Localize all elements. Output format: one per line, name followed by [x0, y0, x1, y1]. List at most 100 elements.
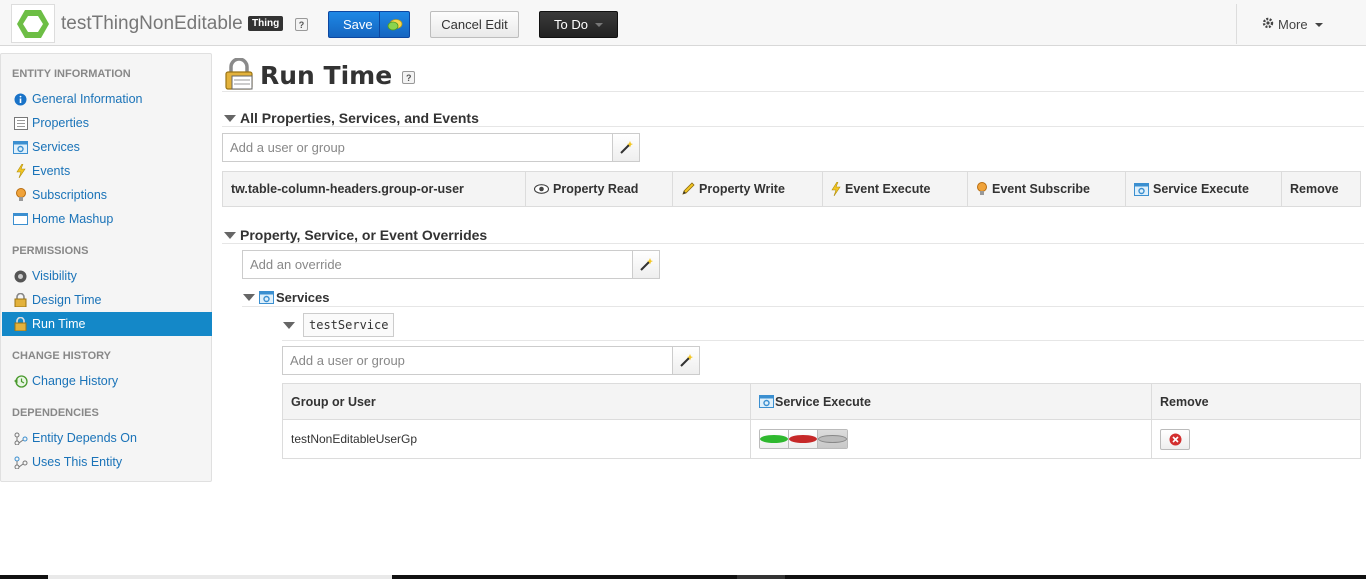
property-write-header[interactable]: Property Write: [673, 172, 823, 206]
event-subscribe-label: Event Subscribe: [992, 182, 1090, 196]
service-execute-column-header[interactable]: Service Execute: [750, 384, 1151, 419]
service-execute-cell: [750, 420, 1151, 458]
sidebar-item-run-time[interactable]: Run Time: [2, 312, 212, 336]
sidebar-item-label: General Information: [32, 92, 143, 106]
overrides-section-title: Property, Service, or Event Overrides: [240, 227, 488, 243]
event-execute-label: Event Execute: [845, 182, 931, 196]
sidebar-section-change-history: CHANGE HISTORY: [12, 350, 112, 362]
sidebar-item-label: Subscriptions: [32, 188, 108, 202]
sidebar-item-visibility[interactable]: Visibility: [2, 264, 212, 288]
sidebar-item-label: Properties: [32, 116, 89, 130]
divider: [222, 243, 1364, 244]
sidebar-item-properties[interactable]: Properties: [2, 111, 212, 135]
wand-icon[interactable]: [612, 134, 639, 161]
sidebar-section-dependencies: DEPENDENCIES: [12, 407, 99, 419]
subscription-icon: [13, 188, 28, 203]
sidebar-section-entity-information: ENTITY INFORMATION: [12, 68, 131, 80]
event-execute-header[interactable]: Event Execute: [823, 172, 968, 206]
todo-label: To Do: [554, 17, 588, 32]
cancel-edit-button[interactable]: Cancel Edit: [430, 11, 519, 38]
divider: [222, 126, 1364, 127]
sidebar-item-events[interactable]: Events: [2, 159, 212, 183]
sidebar-item-label: Events: [32, 164, 71, 178]
pencil-icon: [681, 182, 695, 196]
add-user-group-input[interactable]: [223, 134, 612, 161]
services-icon: [13, 140, 28, 155]
divider: [222, 91, 1364, 92]
wand-icon[interactable]: [672, 347, 699, 374]
table-row: testNonEditableUserGp: [283, 420, 1360, 458]
service-permissions-table: Group or User Service Execute Remove tes…: [282, 383, 1361, 459]
entity-sidebar: ENTITY INFORMATION General Information P…: [0, 53, 212, 482]
add-override-field: [242, 250, 660, 279]
property-read-label: Property Read: [553, 182, 639, 196]
services-node-label: Services: [276, 290, 330, 305]
group-or-user-column-header: Group or User: [291, 394, 376, 409]
remove-column-header: Remove: [1151, 384, 1360, 419]
taskbar-segment: [48, 575, 392, 579]
sidebar-item-change-history[interactable]: Change History: [2, 369, 212, 393]
chevron-down-icon: [595, 23, 603, 27]
red-dot-icon: [789, 435, 817, 443]
service-execute-label: Service Execute: [1153, 182, 1249, 196]
wand-icon[interactable]: [632, 251, 659, 278]
services-icon: [759, 395, 774, 408]
page-title: Run Time: [260, 61, 393, 90]
services-icon: [259, 291, 274, 304]
sidebar-item-design-time[interactable]: Design Time: [2, 288, 212, 312]
group-or-user-header: tw.table-column-headers.group-or-user: [223, 172, 526, 206]
green-dot-icon: [760, 435, 788, 443]
save-button[interactable]: Save: [328, 11, 410, 38]
thing-logo-icon: [11, 4, 55, 43]
help-icon[interactable]: ?: [402, 71, 416, 84]
sidebar-item-subscriptions[interactable]: Subscriptions: [2, 183, 212, 207]
eye-icon: [534, 184, 549, 194]
event-subscribe-header[interactable]: Event Subscribe: [968, 172, 1126, 206]
lightning-icon: [831, 182, 841, 196]
remove-cell: [1151, 420, 1360, 458]
lock-icon: [13, 317, 28, 332]
service-execute-column-label: Service Execute: [775, 394, 871, 409]
allow-option[interactable]: [760, 430, 789, 448]
dependency-icon: [13, 455, 28, 470]
service-execute-header[interactable]: Service Execute: [1126, 172, 1282, 206]
sidebar-item-home-mashup[interactable]: Home Mashup: [2, 207, 212, 231]
remove-button[interactable]: [1160, 428, 1190, 450]
sidebar-item-label: Change History: [32, 374, 119, 388]
sidebar-item-entity-depends-on[interactable]: Entity Depends On: [2, 426, 212, 450]
sidebar-item-label: Entity Depends On: [32, 431, 137, 445]
gear-icon: [1262, 17, 1274, 32]
help-icon[interactable]: ?: [295, 18, 308, 31]
property-read-header[interactable]: Property Read: [526, 172, 673, 206]
overrides-section-toggle[interactable]: Property, Service, or Event Overrides: [224, 227, 487, 243]
sidebar-section-permissions: PERMISSIONS: [12, 245, 89, 257]
sidebar-item-services[interactable]: Services: [2, 135, 212, 159]
collapse-triangle-icon: [224, 231, 236, 239]
more-menu-button[interactable]: More: [1262, 17, 1323, 32]
sidebar-item-label: Design Time: [32, 293, 102, 307]
dependency-icon: [13, 431, 28, 446]
taskbar-strip: [0, 575, 1366, 579]
deny-option[interactable]: [789, 430, 818, 448]
sidebar-item-uses-this-entity[interactable]: Uses This Entity: [2, 450, 212, 474]
lock-icon: [224, 57, 254, 93]
entity-name: testThingNonEditable: [61, 13, 243, 34]
close-icon: [1169, 433, 1182, 446]
lock-icon: [13, 293, 28, 308]
all-section-toggle[interactable]: All Properties, Services, and Events: [224, 110, 479, 126]
page-header: Run Time ?: [224, 57, 416, 93]
more-label: More: [1278, 17, 1308, 32]
sidebar-item-label: Services: [32, 140, 80, 154]
service-user-group-input[interactable]: [283, 347, 672, 374]
services-tree-node[interactable]: Services: [243, 290, 330, 305]
sidebar-item-general-information[interactable]: General Information: [2, 87, 212, 111]
collapse-triangle-icon: [283, 321, 295, 329]
test-service-node[interactable]: testService: [283, 313, 395, 337]
inherit-option[interactable]: [818, 430, 847, 448]
comment-icon[interactable]: [379, 12, 409, 37]
add-override-input[interactable]: [243, 251, 632, 278]
todo-dropdown-button[interactable]: To Do: [539, 11, 618, 38]
table-header-row: Group or User Service Execute Remove: [283, 384, 1360, 420]
service-name-tag: testService: [303, 313, 395, 337]
sidebar-item-label: Home Mashup: [32, 212, 114, 226]
